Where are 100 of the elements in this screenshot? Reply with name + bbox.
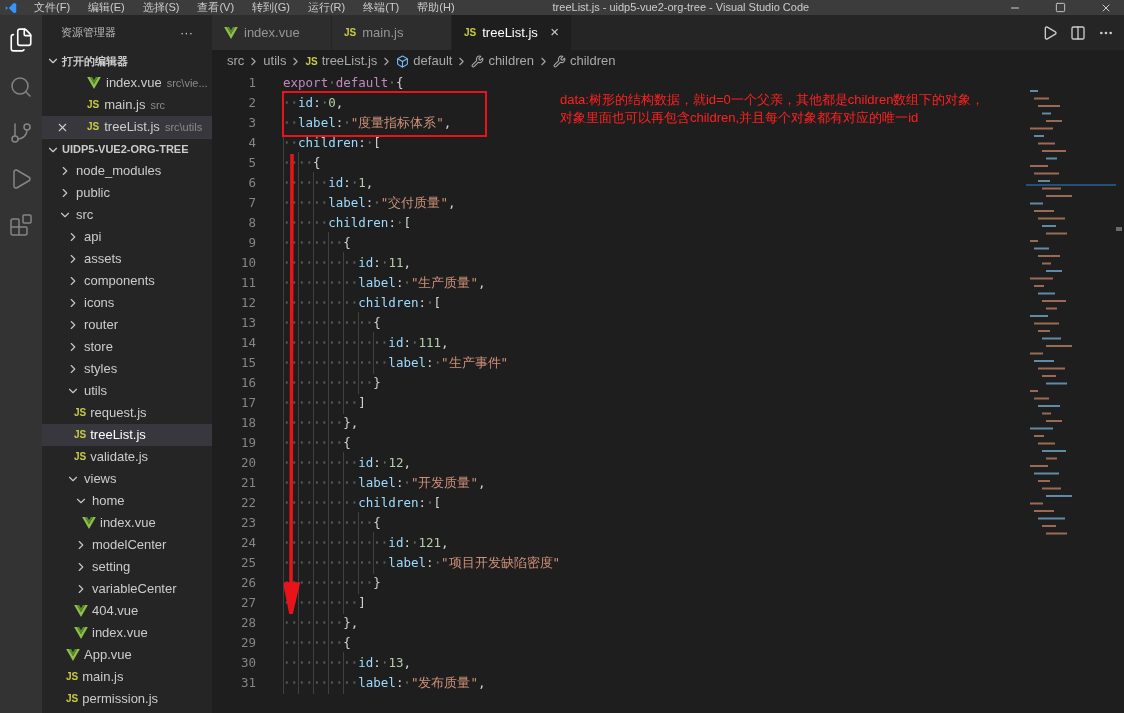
file-tree-item[interactable]: router — [42, 314, 212, 336]
file-tree-item[interactable]: components — [42, 270, 212, 292]
code-line: id: 1, — [283, 173, 374, 193]
editor-tab[interactable]: JS main.js — [332, 15, 452, 50]
split-editor-icon[interactable] — [1070, 24, 1086, 41]
line-number: 19 — [239, 433, 256, 452]
line-number: 11 — [239, 273, 256, 292]
code-line: label: "发布质量", — [283, 673, 486, 693]
line-number: 14 — [239, 333, 256, 352]
file-tree-item[interactable]: index.vue — [42, 622, 212, 644]
file-type-label: JS — [66, 694, 79, 704]
line-number: 28 — [239, 613, 256, 632]
branch-icon[interactable] — [9, 121, 33, 145]
file-name: index.vue — [106, 74, 162, 93]
editor-tab[interactable]: JS treeList.js × — [452, 15, 572, 50]
search-icon[interactable] — [9, 75, 33, 99]
file-tree-item[interactable]: views — [42, 468, 212, 490]
line-number: 17 — [239, 393, 256, 412]
line-number: 25 — [239, 553, 256, 572]
section-header[interactable]: UIDP5-VUE2-ORG-TREE — [42, 138, 212, 160]
line-number: 27 — [239, 593, 256, 612]
file-tree-item[interactable]: src — [42, 204, 212, 226]
file-tree-item[interactable]: index.vue — [42, 512, 212, 534]
menu-item[interactable]: 编辑(E) — [88, 2, 125, 13]
file-type-label: JS — [305, 54, 318, 69]
menu-item[interactable]: 文件(F) — [34, 2, 71, 13]
file-tree-item[interactable]: utils — [42, 380, 212, 402]
file-tree-item[interactable]: JS permission.js — [42, 688, 212, 710]
menu-item[interactable]: 选择(S) — [142, 2, 180, 13]
file-tree-item[interactable]: JS main.js — [42, 666, 212, 688]
menu-item[interactable]: 终端(T) — [363, 2, 400, 13]
file-tree-item[interactable]: node_modules — [42, 160, 212, 182]
code-line: label: "生产质量", — [283, 273, 486, 293]
file-tree-item[interactable]: icons — [42, 292, 212, 314]
breadcrumb-item[interactable]: children — [488, 51, 534, 71]
file-tree-item[interactable]: 404.vue — [42, 600, 212, 622]
open-editor-item[interactable]: JS treeList.js src\utils — [42, 116, 212, 138]
file-path: src — [150, 97, 166, 113]
file-tree-item[interactable]: setting — [42, 556, 212, 578]
annotation-text: data:树形的结构数据，就id=0一个父亲，其他都是children数组下的对象， — [560, 91, 985, 109]
files-icon[interactable] — [8, 27, 34, 53]
section-header[interactable]: 打开的编辑器 — [42, 50, 212, 72]
file-name: main.js — [104, 96, 146, 115]
more-actions[interactable]: ··· — [180, 22, 193, 43]
breadcrumb-item[interactable]: treeList.js — [321, 51, 378, 71]
extensions-icon[interactable] — [9, 213, 33, 237]
file-type-label: JS — [74, 408, 87, 418]
code-line: children: [ — [283, 133, 381, 153]
open-editor-item[interactable]: JS main.js src — [42, 94, 212, 116]
breadcrumb-item[interactable]: default — [413, 51, 453, 71]
code-line: label: "度量指标体系", — [283, 113, 452, 133]
maximize-icon[interactable] — [1055, 2, 1066, 13]
open-editor-item[interactable]: index.vue src\vie... — [42, 72, 212, 94]
menu-item[interactable]: 转到(G) — [252, 2, 290, 13]
menu-item[interactable]: 运行(R) — [307, 2, 346, 13]
breadcrumb-item[interactable]: src — [227, 51, 245, 71]
file-tree-item[interactable]: public — [42, 182, 212, 204]
file-type-label: JS — [87, 122, 100, 132]
cube-icon — [396, 54, 410, 68]
breadcrumb-item[interactable]: utils — [263, 51, 287, 71]
scrollbar-thumb[interactable] — [1116, 227, 1122, 231]
file-tree-item[interactable]: styles — [42, 358, 212, 380]
vue-file-icon — [66, 649, 80, 661]
line-number: 6 — [247, 173, 256, 192]
file-tree-item[interactable]: home — [42, 490, 212, 512]
menu-item[interactable]: 帮助(H) — [417, 2, 455, 13]
file-type-label: JS — [87, 100, 100, 110]
file-tree-item[interactable]: store — [42, 336, 212, 358]
annotation-text: 对象里面也可以再包含children,并且每个对象都有对应的唯一id — [560, 109, 920, 127]
file-tree-item[interactable]: JS treeList.js — [42, 424, 212, 446]
file-type-label: JS — [66, 672, 79, 682]
file-tree-item[interactable]: variableCenter — [42, 578, 212, 600]
code-line: export default { — [283, 73, 404, 92]
code-line: id: 13, — [283, 653, 411, 673]
file-tree-item[interactable]: modelCenter — [42, 534, 212, 556]
file-tree-item[interactable]: api — [42, 226, 212, 248]
line-number: 12 — [239, 293, 256, 312]
window-title: treeList.js - uidp5-vue2-org-tree - Visual Studio Code — [552, 2, 810, 13]
breadcrumb-item[interactable]: children — [569, 51, 616, 71]
menu-item[interactable]: 查看(V) — [197, 2, 235, 13]
file-tree-item[interactable]: assets — [42, 248, 212, 270]
file-tree-item[interactable]: JS validate.js — [42, 446, 212, 468]
line-number: 1 — [247, 73, 256, 92]
code-line: label: "开发质量", — [283, 473, 486, 493]
line-number: 29 — [239, 633, 256, 652]
close-tab-button[interactable]: × — [550, 21, 559, 44]
line-number: 31 — [239, 673, 256, 692]
app-logo-icon — [4, 1, 18, 14]
line-number: 8 — [247, 213, 256, 232]
run-icon[interactable] — [1042, 24, 1058, 41]
editor-tab[interactable]: index.vue — [212, 15, 332, 50]
file-tree-item[interactable]: App.vue — [42, 644, 212, 666]
line-number: 13 — [239, 313, 256, 332]
file-type-label: JS — [344, 27, 357, 38]
line-number: 15 — [239, 353, 256, 372]
vue-file-icon — [82, 517, 96, 529]
file-tree-item[interactable]: JS request.js — [42, 402, 212, 424]
line-number: 16 — [239, 373, 256, 392]
code-line: id: 12, — [283, 453, 411, 473]
line-number: 10 — [239, 253, 256, 272]
